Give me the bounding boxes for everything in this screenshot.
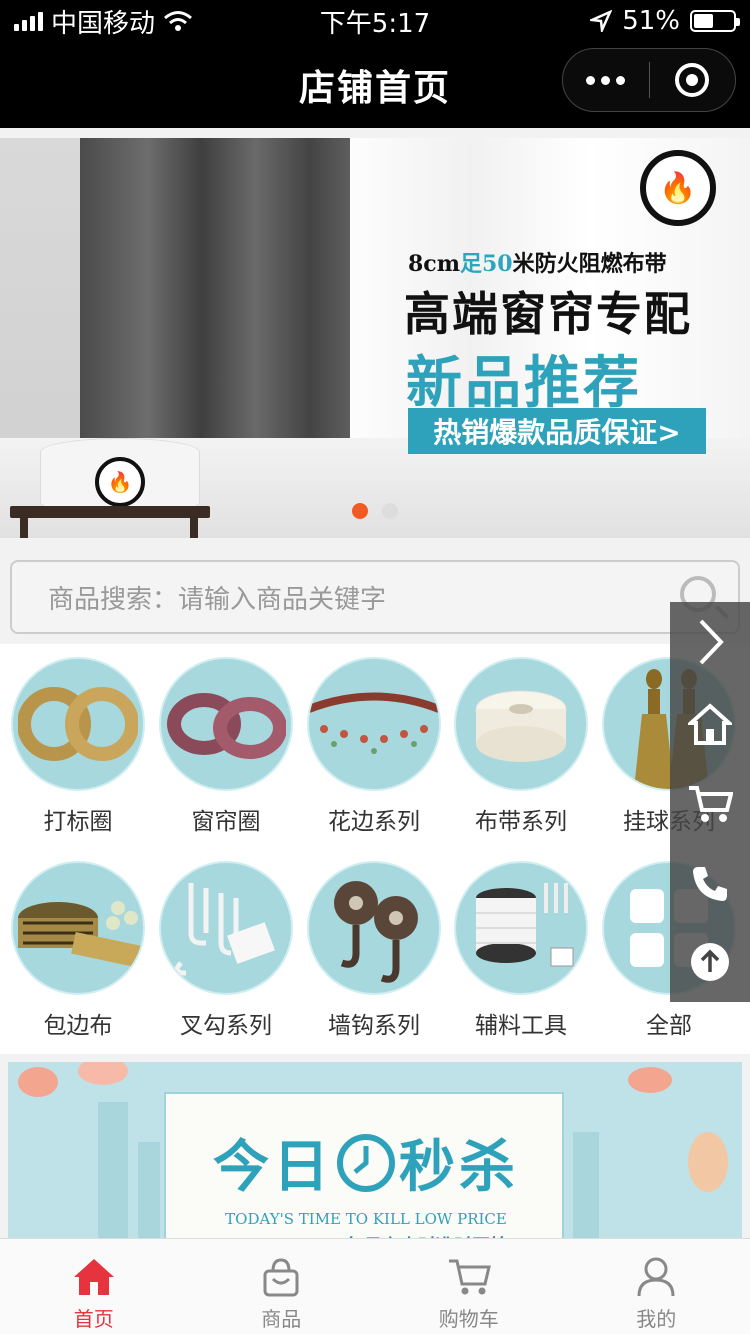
arrow-up-icon (691, 943, 729, 981)
scroll-top-button[interactable] (670, 924, 750, 1000)
tab-cart[interactable]: 购物车 (375, 1239, 563, 1334)
flower-decoration (628, 1067, 672, 1093)
category-label: 辅料工具 (475, 1013, 567, 1039)
mini-program-capsule (562, 48, 736, 112)
category-label: 布带系列 (475, 809, 567, 835)
search-placeholder: 商品搜索：请输入商品关键字 (48, 584, 387, 615)
skyline-decoration (138, 1142, 160, 1240)
home-icon (72, 1253, 116, 1301)
clock-icon (337, 1134, 395, 1192)
category-item[interactable]: 打标圈 (8, 654, 148, 836)
stool-image (10, 506, 210, 518)
category-item[interactable]: 叉勾系列 (156, 858, 296, 1040)
category-item[interactable]: 窗帘圈 (156, 654, 296, 836)
page-title: 店铺首页 (298, 68, 451, 109)
collapse-toolbar-button[interactable] (670, 602, 750, 682)
flash-sale-title: 今日 秒杀 (166, 1122, 566, 1203)
flash-sale-banner[interactable]: 今日秒杀 TODAY'S TIME TO KILL LOW PRICE 10:0… (8, 1062, 742, 1240)
category-label: 包边布 (43, 1013, 113, 1039)
shopping-bag-icon (261, 1253, 301, 1301)
banner-spec-text: 8cm足50米防火阻燃布带 (408, 251, 667, 277)
edge-fabric-image (11, 861, 145, 995)
phone-shortcut-button[interactable] (670, 844, 750, 924)
floating-toolbar (670, 602, 750, 1002)
no-fire-icon: 🔥 (95, 457, 145, 507)
banner-carousel[interactable]: 🔥 🔥 8cm足50米防火阻燃布带 高端窗帘专配 新品推荐 热销爆款品质保证> (0, 138, 750, 538)
skyline-decoration (98, 1102, 128, 1240)
status-bar: 中国移动 下午5:17 51% (0, 0, 750, 42)
location-icon (590, 10, 613, 32)
tab-label: 我的 (636, 1307, 677, 1331)
home-icon (688, 703, 732, 745)
carousel-dot[interactable] (352, 503, 368, 519)
category-label: 窗帘圈 (191, 809, 261, 835)
close-circle-icon (675, 63, 710, 97)
tab-products[interactable]: 商品 (188, 1239, 376, 1334)
chevron-right-icon (699, 619, 724, 665)
carousel-dot[interactable] (382, 503, 398, 519)
wifi-icon (164, 11, 192, 31)
tab-label: 商品 (261, 1307, 302, 1331)
carrier-name: 中国移动 (51, 8, 156, 39)
skyline-decoration (573, 1132, 599, 1240)
search-input[interactable]: 商品搜索：请输入商品关键字 (10, 560, 740, 634)
carousel-dots (352, 503, 398, 519)
tab-profile[interactable]: 我的 (563, 1239, 750, 1334)
hook-image (159, 861, 293, 995)
battery-percent: 51% (622, 6, 680, 36)
category-label: 全部 (646, 1013, 692, 1039)
flower-decoration (688, 1132, 728, 1192)
cart-icon (689, 786, 733, 822)
category-item[interactable]: 布带系列 (451, 654, 591, 836)
flash-sale-card: 今日秒杀 TODAY'S TIME TO KILL LOW PRICE 10:0… (164, 1092, 564, 1240)
category-label: 打标圈 (43, 809, 113, 835)
close-program-button[interactable] (650, 63, 736, 97)
fabric-roll-image: 🔥 (40, 438, 200, 516)
banner-headline: 高端窗帘专配 (404, 287, 692, 341)
banner-subheadline: 新品推荐 (406, 351, 642, 416)
tab-home[interactable]: 首页 (0, 1239, 188, 1334)
curtain-ring-image (159, 657, 293, 791)
tool-accessories-image (454, 861, 588, 995)
flower-decoration (18, 1067, 58, 1097)
banner-cta[interactable]: 热销爆款品质保证> (408, 408, 706, 454)
nav-bar: 店铺首页 (0, 42, 750, 128)
phone-icon (693, 867, 727, 901)
cart-icon (447, 1253, 491, 1301)
category-item[interactable]: 包边布 (8, 858, 148, 1040)
tab-label: 首页 (73, 1307, 114, 1331)
category-item[interactable]: 墙钩系列 (304, 858, 444, 1040)
grommet-ring-image (11, 657, 145, 791)
wall-hook-image (307, 861, 441, 995)
clock: 下午5:17 (319, 8, 431, 39)
signal-icon (14, 11, 43, 31)
category-item[interactable]: 辅料工具 (451, 858, 591, 1040)
category-label: 墙钩系列 (328, 1013, 420, 1039)
fire-retardant-badge-icon: 🔥 (640, 150, 716, 226)
flash-sale-subtitle: TODAY'S TIME TO KILL LOW PRICE (225, 1210, 507, 1228)
tape-roll-image (454, 657, 588, 791)
category-grid: 打标圈 窗帘圈 花边系列 布带系列 挂球系列 包边布 叉勾系列 墙钩系列 辅料工… (0, 644, 750, 1054)
lace-trim-image (307, 657, 441, 791)
category-item[interactable]: 花边系列 (304, 654, 444, 836)
home-shortcut-button[interactable] (670, 684, 750, 764)
more-menu-button[interactable] (563, 75, 649, 85)
user-icon (636, 1253, 676, 1301)
cart-shortcut-button[interactable] (670, 764, 750, 844)
tab-bar: 首页 商品 购物车 我的 (0, 1238, 750, 1334)
flower-decoration (78, 1062, 128, 1085)
category-label: 花边系列 (328, 809, 420, 835)
category-label: 叉勾系列 (180, 1013, 272, 1039)
tab-label: 购物车 (438, 1307, 499, 1331)
battery-icon (690, 10, 740, 32)
